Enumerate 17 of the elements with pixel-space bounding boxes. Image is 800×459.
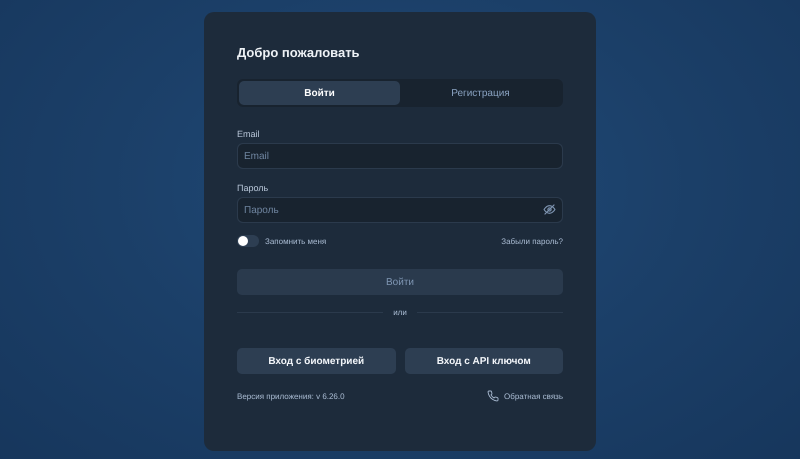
tab[interactable]: Регистрация: [400, 81, 561, 105]
card-title: Добро пожаловать: [237, 45, 361, 62]
remember-label: Запомнить меня: [265, 236, 326, 246]
field-label: Email: [237, 129, 261, 139]
feedback-link[interactable]: Обратная связь: [504, 392, 563, 400]
forgot-password-link[interactable]: Забыли пароль?: [501, 236, 563, 246]
phone-icon[interactable]: [487, 390, 500, 402]
tab[interactable]: Войти: [239, 81, 400, 105]
alt-login-button[interactable]: Вход с биометрией: [237, 348, 396, 374]
field-label: Пароль: [237, 183, 270, 193]
version-text: Версия приложения: v 6.26.0: [237, 392, 345, 400]
email-field[interactable]: Email: [237, 143, 563, 169]
password-field[interactable]: Пароль: [237, 197, 563, 223]
eye-off-icon[interactable]: [543, 203, 556, 216]
remember-toggle[interactable]: [237, 235, 259, 247]
alt-login-button[interactable]: Вход с API ключом: [404, 348, 563, 374]
divider-text: или: [393, 308, 407, 317]
